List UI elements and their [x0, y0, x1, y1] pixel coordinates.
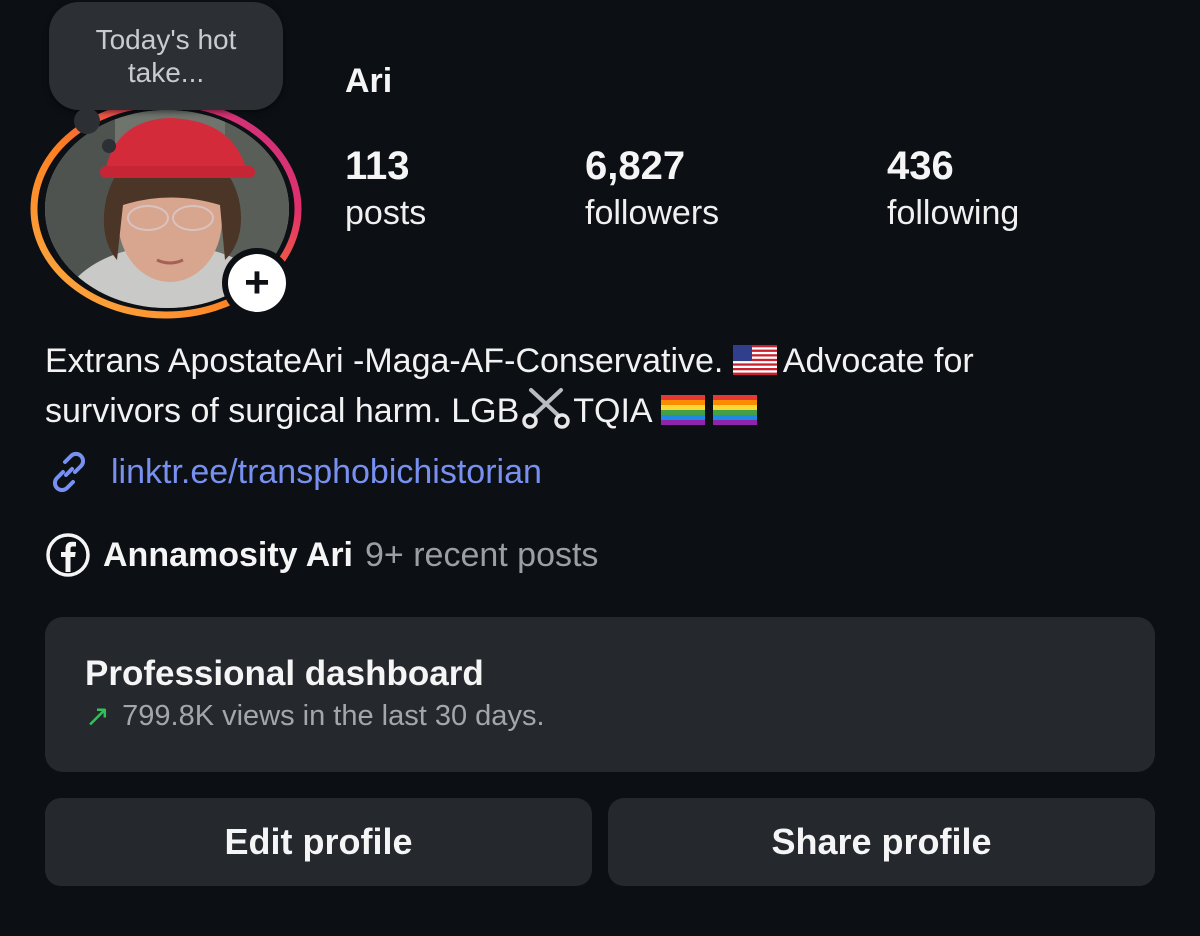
facebook-link[interactable]: Annamosity Ari 9+ recent posts	[45, 532, 598, 578]
followers-count: 6,827	[585, 144, 686, 188]
profile-link[interactable]: linktr.ee/transphobichistorian	[45, 448, 542, 496]
dashboard-views: 799.8K views in the last 30 days.	[122, 700, 545, 732]
following-count: 436	[887, 144, 954, 188]
rainbow-flag-icon	[660, 395, 705, 425]
bio-line2-end: TQIA	[573, 392, 653, 430]
note-bubble[interactable]: Today's hot take...	[49, 2, 283, 110]
edit-profile-button[interactable]: Edit profile	[45, 798, 592, 886]
followers-stat[interactable]: 6,827 followers	[585, 142, 719, 236]
profile-bio: Extrans ApostateAri -Maga-AF-Conservativ…	[45, 336, 1175, 436]
facebook-name: Annamosity Ari	[103, 535, 354, 574]
note-bubble-tail-small	[102, 139, 116, 153]
facebook-icon	[46, 533, 90, 577]
dashboard-subtitle: ↗ 799.8K views in the last 30 days.	[85, 699, 1115, 734]
bio-line1-start: Extrans ApostateAri -Maga-AF-Conservativ…	[45, 342, 733, 380]
bio-line1-end: Advocate for	[782, 342, 974, 380]
note-bubble-tail	[74, 108, 100, 134]
profile-username: Ari	[345, 62, 393, 100]
plus-icon: +	[228, 254, 286, 312]
link-text[interactable]: linktr.ee/transphobichistorian	[111, 453, 542, 492]
following-label: following	[887, 194, 1020, 232]
rainbow-flag-icon	[712, 395, 757, 425]
share-profile-button[interactable]: Share profile	[608, 798, 1155, 886]
following-stat[interactable]: 436 following	[887, 142, 1019, 236]
link-icon	[52, 451, 86, 493]
posts-stat[interactable]: 113 posts	[345, 142, 426, 236]
us-flag-icon	[732, 345, 777, 375]
bio-line2-start: survivors of surgical harm. LGB	[45, 392, 520, 430]
dashboard-title: Professional dashboard	[85, 654, 484, 693]
trend-up-icon: ↗	[85, 700, 111, 733]
professional-dashboard[interactable]: Professional dashboard ↗ 799.8K views in…	[45, 617, 1155, 772]
posts-count: 113	[345, 144, 410, 188]
scissors-icon	[522, 388, 571, 429]
facebook-recent-posts: 9+ recent posts	[365, 535, 599, 574]
note-text: Today's hot take...	[95, 24, 237, 88]
followers-label: followers	[585, 194, 720, 232]
posts-label: posts	[345, 194, 427, 232]
add-story-button[interactable]: +	[222, 248, 292, 318]
